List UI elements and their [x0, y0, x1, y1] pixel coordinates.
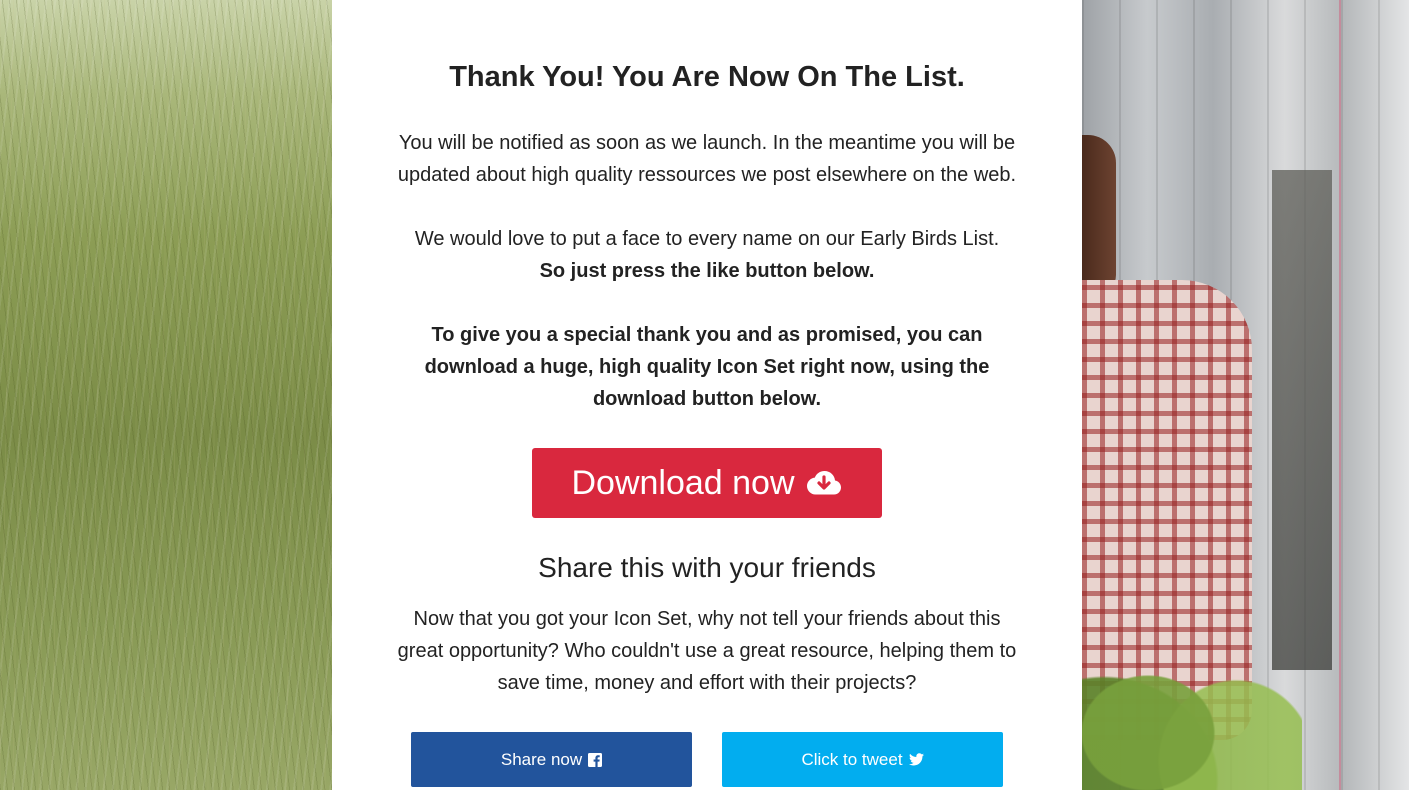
plant-foliage: [1082, 600, 1302, 790]
facebook-share-button[interactable]: Share now: [411, 732, 692, 787]
cloud-download-icon: [805, 468, 843, 498]
person-hair: [1082, 135, 1116, 295]
fence-background-image: [1082, 0, 1409, 790]
launch-notice-text: You will be notified as soon as we launc…: [397, 132, 1017, 186]
download-button-label: Download now: [571, 464, 795, 502]
thank-you-card: Thank You! You Are Now On The List. You …: [332, 0, 1082, 790]
facebook-button-label: Share now: [500, 749, 583, 769]
share-heading: Share this with your friends: [538, 552, 876, 583]
fence-stripe: [1339, 0, 1341, 790]
twitter-icon: [908, 753, 924, 766]
twitter-tweet-button[interactable]: Click to tweet: [722, 732, 1003, 787]
fence-shadow: [1272, 170, 1332, 670]
page-title: Thank You! You Are Now On The List.: [449, 61, 965, 93]
like-button-prompt: So just press the like button below.: [539, 260, 875, 282]
download-now-button[interactable]: Download now: [532, 448, 882, 518]
share-description-text: Now that you got your Icon Set, why not …: [397, 608, 1017, 694]
twitter-button-label: Click to tweet: [801, 749, 903, 769]
page: Thank You! You Are Now On The List. You …: [0, 0, 1409, 790]
early-birds-text: We would love to put a face to every nam…: [392, 223, 1022, 287]
facebook-icon: [588, 752, 603, 767]
icon-set-offer-text: To give you a special thank you and as p…: [424, 324, 990, 410]
grass-background-image: [0, 0, 332, 790]
early-birds-line: We would love to put a face to every nam…: [414, 228, 1000, 250]
